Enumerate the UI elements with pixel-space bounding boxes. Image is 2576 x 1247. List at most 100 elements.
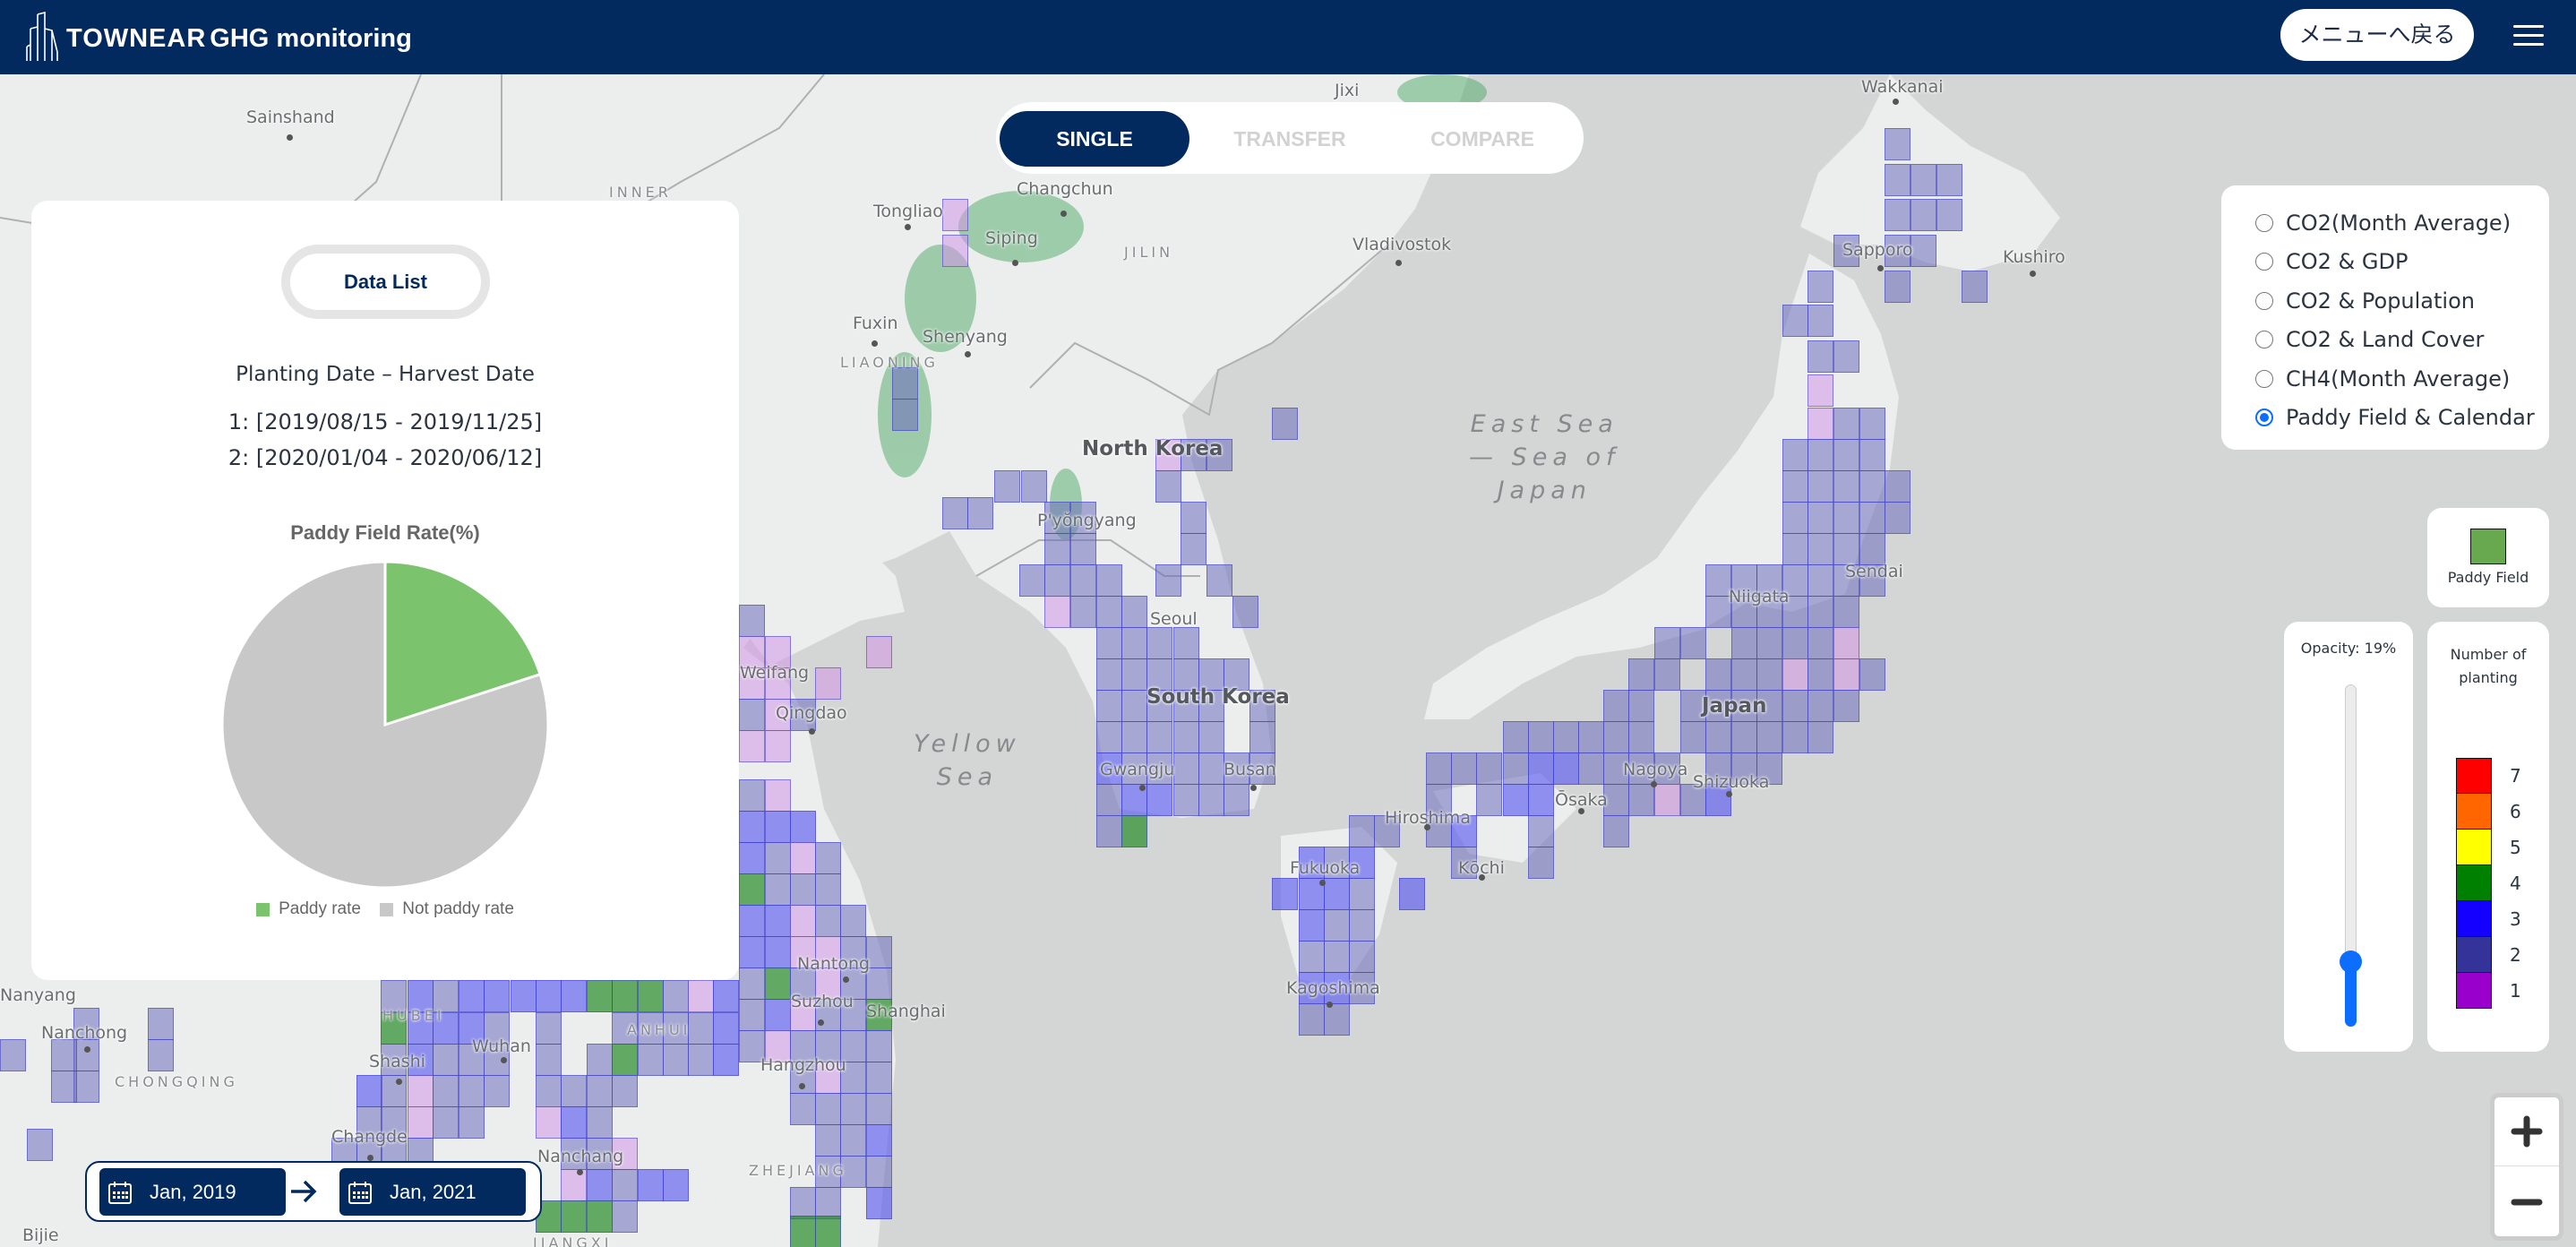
planting-cell-3[interactable]	[587, 1169, 613, 1201]
planting-cell-1[interactable]	[1833, 627, 1859, 659]
planting-cell-2[interactable]	[1044, 564, 1070, 597]
planting-cell-2[interactable]	[1206, 564, 1232, 597]
planting-cell-1[interactable]	[561, 1169, 587, 1201]
planting-cell-2[interactable]	[688, 1044, 714, 1076]
planting-cell-2[interactable]	[1603, 690, 1629, 722]
planting-cell-2[interactable]	[815, 1187, 841, 1219]
radio-selected-icon[interactable]	[2255, 408, 2273, 427]
planting-cell-2[interactable]	[1859, 658, 1885, 691]
planting-cell-4[interactable]	[638, 980, 664, 1012]
planting-cell-1[interactable]	[1654, 784, 1680, 816]
planting-cell-2[interactable]	[866, 1062, 892, 1094]
planting-cell-2[interactable]	[1070, 533, 1096, 565]
planting-cell-2[interactable]	[790, 1187, 816, 1219]
planting-cell-2[interactable]	[815, 1124, 841, 1157]
planting-cell-2[interactable]	[1272, 408, 1298, 440]
planting-cell-2[interactable]	[1299, 941, 1325, 973]
planting-cell-3[interactable]	[1553, 752, 1579, 785]
planting-cell-2[interactable]	[1224, 784, 1249, 816]
planting-cell-2[interactable]	[1155, 564, 1181, 597]
planting-cell-2[interactable]	[1859, 502, 1885, 534]
planting-cell-1[interactable]	[408, 1106, 434, 1139]
planting-cell-2[interactable]	[840, 905, 866, 937]
tab-single[interactable]: SINGLE	[1000, 111, 1189, 167]
planting-cell-1[interactable]	[1044, 596, 1070, 628]
planting-cell-4[interactable]	[561, 1200, 587, 1233]
planting-cell-2[interactable]	[1603, 721, 1629, 753]
planting-cell-2[interactable]	[663, 980, 689, 1012]
planting-cell-3[interactable]	[663, 1169, 689, 1201]
planting-cell-2[interactable]	[0, 1039, 26, 1071]
planting-cell-4[interactable]	[1121, 815, 1147, 847]
planting-cell-2[interactable]	[994, 470, 1020, 503]
planting-cell-2[interactable]	[1782, 502, 1808, 534]
planting-cell-1[interactable]	[765, 730, 791, 762]
planting-cell-3[interactable]	[765, 811, 791, 843]
planting-cell-2[interactable]	[1833, 596, 1859, 628]
planting-cell-3[interactable]	[1528, 752, 1554, 785]
planting-cell-2[interactable]	[1121, 658, 1147, 691]
planting-cell-2[interactable]	[866, 968, 892, 1000]
planting-cell-2[interactable]	[1173, 721, 1199, 753]
planting-cell-2[interactable]	[1807, 439, 1833, 471]
planting-cell-2[interactable]	[1146, 721, 1172, 753]
hamburger-icon[interactable]	[2513, 22, 2544, 49]
planting-cell-3[interactable]	[765, 936, 791, 968]
planting-cell-1[interactable]	[942, 199, 968, 231]
planting-cell-1[interactable]	[408, 1075, 434, 1107]
planting-cell-2[interactable]	[1756, 627, 1782, 659]
planting-cell-2[interactable]	[1936, 164, 1962, 196]
planting-cell-2[interactable]	[1885, 128, 1911, 160]
layer-option-ch4-month[interactable]: CH4(Month Average)	[2221, 359, 2549, 399]
planting-cell-2[interactable]	[433, 1106, 459, 1139]
planting-cell-2[interactable]	[942, 497, 968, 529]
planting-cell-2[interactable]	[790, 873, 816, 906]
planting-cell-3[interactable]	[713, 1044, 739, 1076]
planting-cell-1[interactable]	[942, 235, 968, 267]
planting-cell-1[interactable]	[1833, 658, 1859, 691]
planting-cell-2[interactable]	[1911, 199, 1936, 231]
planting-cell-2[interactable]	[1121, 596, 1147, 628]
planting-cell-2[interactable]	[561, 1075, 587, 1107]
planting-cell-2[interactable]	[1756, 721, 1782, 753]
planting-cell-2[interactable]	[1911, 164, 1936, 196]
planting-cell-2[interactable]	[1833, 533, 1859, 565]
planting-cell-2[interactable]	[1782, 533, 1808, 565]
planting-cell-2[interactable]	[1628, 784, 1654, 816]
planting-cell-2[interactable]	[1731, 721, 1757, 753]
planting-cell-2[interactable]	[1232, 596, 1258, 628]
planting-cell-3[interactable]	[561, 980, 587, 1012]
planting-cell-2[interactable]	[1173, 752, 1199, 785]
planting-cell-3[interactable]	[765, 999, 791, 1031]
planting-cell-2[interactable]	[1885, 271, 1911, 303]
planting-cell-2[interactable]	[587, 1044, 613, 1076]
planting-cell-2[interactable]	[765, 873, 791, 906]
planting-cell-2[interactable]	[1070, 564, 1096, 597]
planting-cell-2[interactable]	[1299, 1003, 1325, 1036]
planting-cell-2[interactable]	[612, 1200, 638, 1233]
planting-cell-2[interactable]	[1756, 658, 1782, 691]
planting-cell-2[interactable]	[1885, 164, 1911, 196]
planting-cell-2[interactable]	[1911, 235, 1936, 267]
planting-cell-3[interactable]	[536, 980, 562, 1012]
planting-cell-2[interactable]	[1249, 721, 1275, 753]
planting-cell-2[interactable]	[1833, 340, 1859, 373]
planting-cell-2[interactable]	[1121, 690, 1147, 722]
planting-cell-2[interactable]	[612, 1075, 638, 1107]
planting-cell-2[interactable]	[866, 1156, 892, 1188]
planting-cell-2[interactable]	[1426, 752, 1452, 785]
planting-cell-2[interactable]	[1198, 721, 1224, 753]
layer-option-co2-gdp[interactable]: CO2 & GDP	[2221, 243, 2549, 282]
planting-cell-2[interactable]	[1807, 690, 1833, 722]
planting-cell-2[interactable]	[1181, 533, 1206, 565]
planting-cell-1[interactable]	[866, 636, 892, 668]
planting-cell-2[interactable]	[1962, 271, 1988, 303]
planting-cell-2[interactable]	[433, 1044, 459, 1076]
planting-cell-2[interactable]	[1833, 502, 1859, 534]
planting-cell-2[interactable]	[1705, 721, 1731, 753]
planting-cell-4[interactable]	[587, 1200, 613, 1233]
planting-cell-3[interactable]	[484, 980, 510, 1012]
planting-cell-2[interactable]	[1324, 1003, 1350, 1036]
planting-cell-2[interactable]	[73, 1039, 99, 1071]
planting-cell-1[interactable]	[790, 905, 816, 937]
